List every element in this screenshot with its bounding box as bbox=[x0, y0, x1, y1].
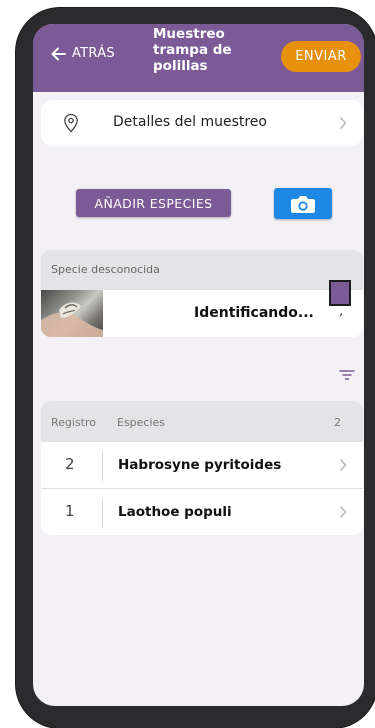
page-title: Muestreo trampa de polillas bbox=[153, 26, 232, 74]
moth-photo-image bbox=[41, 302, 103, 337]
add-species-button[interactable]: AÑADIR ESPECIES bbox=[76, 189, 231, 217]
back-button[interactable]: ATRÁS bbox=[51, 46, 115, 61]
app-screen: ATRÁS Muestreo trampa de polillas ENVIAR… bbox=[33, 24, 364, 706]
chevron-right-icon bbox=[339, 458, 347, 472]
records-count: 2 bbox=[334, 416, 341, 429]
records-table: Registro Especies 2 2 Habrosyne pyritoid… bbox=[41, 401, 363, 535]
column-header-registro: Registro bbox=[51, 416, 97, 429]
chevron-right-icon bbox=[339, 505, 347, 519]
table-row[interactable]: 2 Habrosyne pyritoides bbox=[41, 442, 363, 488]
sample-details-label: Detalles del muestreo bbox=[113, 114, 267, 130]
species-name: Habrosyne pyritoides bbox=[118, 457, 282, 473]
camera-icon bbox=[291, 195, 315, 213]
record-count: 1 bbox=[65, 502, 75, 520]
chevron-right-icon bbox=[339, 116, 347, 130]
species-name: Laothoe populi bbox=[118, 504, 232, 520]
table-row[interactable]: 1 Laothoe populi bbox=[41, 489, 363, 535]
app-header: ATRÁS Muestreo trampa de polillas ENVIAR bbox=[33, 24, 364, 92]
column-divider bbox=[102, 451, 103, 481]
back-label: ATRÁS bbox=[72, 46, 115, 61]
unknown-row-chevron: , bbox=[339, 304, 344, 319]
unknown-species-row[interactable]: Identificando... , bbox=[41, 290, 363, 337]
filter-icon[interactable] bbox=[339, 369, 355, 381]
sample-details-item[interactable]: Detalles del muestreo bbox=[41, 100, 363, 146]
arrow-left-icon bbox=[51, 47, 66, 60]
records-table-header: Registro Especies 2 bbox=[41, 401, 363, 442]
send-button[interactable]: ENVIAR bbox=[281, 41, 361, 72]
location-pin-icon bbox=[64, 113, 78, 133]
unknown-species-card: Specie desconocida Identificando... , bbox=[41, 250, 363, 337]
moth-photo-thumbnail bbox=[41, 290, 103, 337]
column-divider bbox=[102, 498, 103, 528]
camera-button[interactable] bbox=[274, 188, 332, 219]
record-count: 2 bbox=[65, 455, 75, 473]
column-header-especies: Especies bbox=[117, 416, 166, 429]
side-drawer-handle[interactable] bbox=[329, 280, 351, 306]
identifying-status: Identificando... bbox=[194, 305, 314, 321]
unknown-species-heading: Specie desconocida bbox=[51, 263, 160, 276]
